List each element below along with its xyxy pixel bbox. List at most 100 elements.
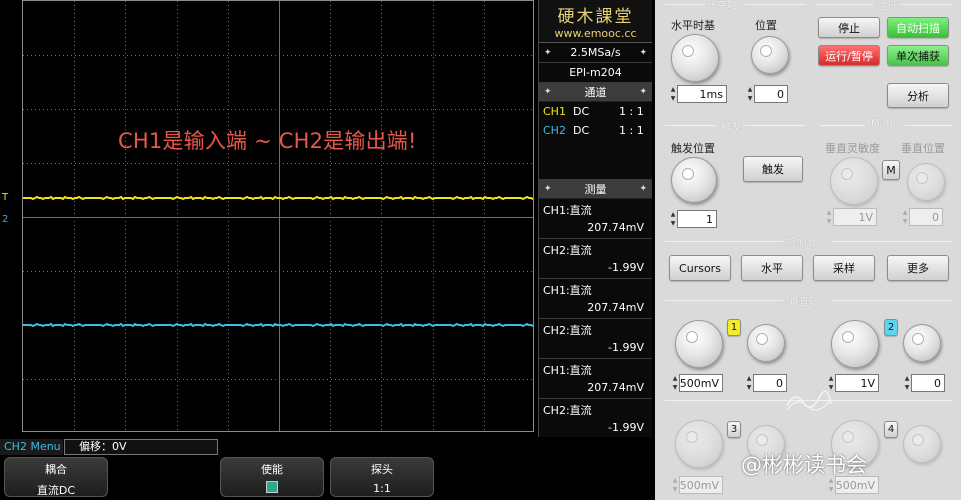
measure-item[interactable]: CH2:直流 -1.99V <box>539 239 652 279</box>
math-position-value[interactable]: 0 <box>909 208 943 226</box>
trigger-position-value[interactable]: 1 <box>677 210 717 228</box>
softkey-value: 1:1 <box>373 482 391 495</box>
coupling-softkey[interactable]: 耦合 直流DC <box>4 457 108 497</box>
ch4-select-button[interactable]: 4 <box>884 421 898 438</box>
horizontal-button[interactable]: 水平 <box>741 255 803 281</box>
measure-label: CH2:直流 <box>543 404 592 417</box>
timebase-value[interactable]: 1ms <box>677 85 727 103</box>
math-position-spinner[interactable]: ▲ ▼ 0 <box>901 208 943 226</box>
ch2-position-knob[interactable] <box>903 324 941 362</box>
trigger-position-knob[interactable] <box>671 157 717 203</box>
ch2-volts-spinner[interactable]: ▲ ▼ 1V <box>827 374 879 392</box>
measure-item[interactable]: CH1:直流 207.74mV <box>539 359 652 399</box>
math-sensitivity-value[interactable]: 1V <box>833 208 877 226</box>
channels-header[interactable]: ✦ 通道 ✦ <box>539 83 652 102</box>
spin-arrows-icon[interactable]: ▲ ▼ <box>901 208 909 226</box>
ch1-position-value[interactable]: 0 <box>753 374 787 392</box>
math-position-knob[interactable] <box>907 163 945 201</box>
analyze-button[interactable]: 分析 <box>887 83 949 108</box>
math-section-title: Math <box>871 118 897 129</box>
measure-value: 207.74mV <box>587 221 644 234</box>
offset-display[interactable]: 偏移：0V <box>64 439 218 455</box>
trigger-button[interactable]: 触发 <box>743 156 803 182</box>
channel-ratio: 1 : 1 <box>619 105 644 118</box>
more-button[interactable]: 更多 <box>887 255 949 281</box>
softkey-title: 使能 <box>261 463 283 476</box>
ch2-volts-value[interactable]: 1V <box>835 374 879 392</box>
sample-button[interactable]: 采样 <box>813 255 875 281</box>
softkey-value: 直流DC <box>36 484 76 497</box>
softkey-title: 探头 <box>371 463 393 476</box>
auto-scan-button[interactable]: 自动扫描 <box>887 17 949 38</box>
h-position-value[interactable]: 0 <box>754 85 788 103</box>
watermark: @彬彬读书会 <box>741 453 867 477</box>
run-pause-button[interactable]: 运行/暂停 <box>818 45 880 66</box>
wave-logo-icon <box>786 390 832 411</box>
measure-header[interactable]: ✦ 测量 ✦ <box>539 180 652 199</box>
spin-arrows-icon[interactable]: ▲ ▼ <box>671 374 679 392</box>
ch4-position-knob[interactable] <box>903 425 941 463</box>
trigger-position-label: 触发位置 <box>671 142 715 155</box>
brand-logo: 硬木課堂 www.emooc.cc <box>539 0 652 43</box>
ch2-position-spinner[interactable]: ▲ ▼ 0 <box>903 374 945 392</box>
ch1-select-button[interactable]: 1 <box>727 319 741 336</box>
measure-item[interactable]: CH2:直流 -1.99V <box>539 319 652 359</box>
enable-softkey[interactable]: 使能 <box>220 457 324 497</box>
ch1-trace <box>23 195 533 201</box>
spin-arrows-icon[interactable]: ▲ ▼ <box>745 374 753 392</box>
channel-ratio: 1 : 1 <box>619 124 644 137</box>
trigger-position-spinner[interactable]: ▲ ▼ 1 <box>669 210 717 228</box>
channel-row-ch1: CH1 DC 1 : 1 <box>539 102 652 121</box>
ch2-position-value[interactable]: 0 <box>911 374 945 392</box>
ch1-position-knob[interactable] <box>747 324 785 362</box>
ch3-volts-spinner[interactable]: ▲ ▼ 500mV <box>671 476 723 494</box>
menu-label: CH2 Menu <box>0 439 63 455</box>
measure-item[interactable]: CH1:直流 207.74mV <box>539 199 652 239</box>
spin-arrows-icon[interactable]: ▲ ▼ <box>825 208 833 226</box>
ch2-ground-marker[interactable]: 2 <box>2 214 16 232</box>
timebase-spinner[interactable]: ▲ ▼ 1ms <box>669 85 727 103</box>
ch2-select-button[interactable]: 2 <box>884 319 898 336</box>
h-position-spinner[interactable]: ▲ ▼ 0 <box>746 85 788 103</box>
spin-arrows-icon[interactable]: ▲ ▼ <box>669 210 677 228</box>
logo-text: 硬木課堂 <box>557 7 634 27</box>
channel-name: CH1 <box>543 105 566 118</box>
measure-label: CH1:直流 <box>543 284 592 297</box>
channels-title: 通道 <box>584 86 607 99</box>
sample-rate-row[interactable]: ✦ 2.5MSa/s ✦ <box>539 43 652 63</box>
ch3-select-button[interactable]: 3 <box>727 421 741 438</box>
enable-checkbox[interactable] <box>266 481 278 493</box>
math-sensitivity-knob[interactable] <box>830 157 878 205</box>
measure-item[interactable]: CH2:直流 -1.99V <box>539 399 652 439</box>
measure-item[interactable]: CH1:直流 207.74mV <box>539 279 652 319</box>
math-m-button[interactable]: M <box>882 160 900 180</box>
vertical-position-label: 垂直位置 <box>901 142 945 155</box>
single-capture-button[interactable]: 单次捕获 <box>887 45 949 66</box>
ch3-volts-knob[interactable] <box>675 420 723 468</box>
math-sensitivity-spinner[interactable]: ▲ ▼ 1V <box>825 208 877 226</box>
spin-arrows-icon[interactable]: ▲ ▼ <box>669 85 677 103</box>
divider <box>665 241 783 242</box>
measure-value: 207.74mV <box>587 381 644 394</box>
ch1-volts-spinner[interactable]: ▲ ▼ 500mV <box>671 374 723 392</box>
ch2-volts-knob[interactable] <box>831 320 879 368</box>
divider <box>831 241 953 242</box>
arrow-icon: ✦ <box>639 87 647 97</box>
probe-softkey[interactable]: 探头 1:1 <box>330 457 434 497</box>
spin-arrows-icon[interactable]: ▲ ▼ <box>903 374 911 392</box>
horizontal-section-title: 水平轴 <box>707 1 737 12</box>
cursors-button[interactable]: Cursors <box>669 255 731 281</box>
ch1-volts-value[interactable]: 500mV <box>679 374 723 392</box>
trigger-level-marker[interactable]: T <box>2 192 16 210</box>
ch1-position-spinner[interactable]: ▲ ▼ 0 <box>745 374 787 392</box>
stop-button[interactable]: 停止 <box>818 17 880 38</box>
timebase-knob[interactable] <box>671 34 719 82</box>
divider <box>905 125 953 126</box>
h-position-knob[interactable] <box>751 36 789 74</box>
ch2-trace <box>23 322 533 328</box>
ch3-volts-value[interactable]: 500mV <box>679 476 723 494</box>
divider <box>815 4 873 5</box>
spin-arrows-icon[interactable]: ▲ ▼ <box>746 85 754 103</box>
ch1-volts-knob[interactable] <box>675 320 723 368</box>
spin-arrows-icon[interactable]: ▲ ▼ <box>671 476 679 494</box>
